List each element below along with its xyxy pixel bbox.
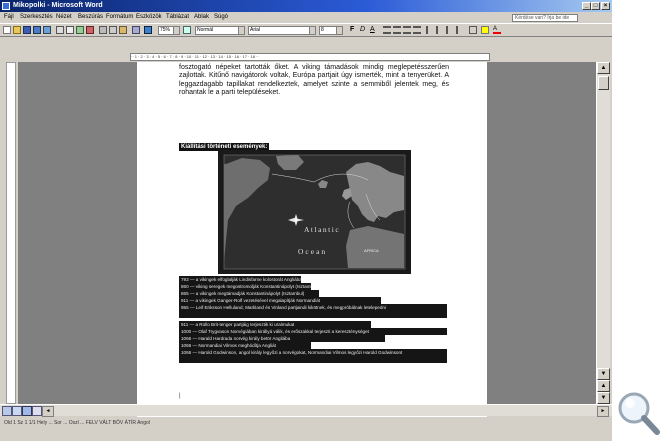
new-document-icon[interactable] [3,26,11,34]
justify-icon[interactable] [413,26,421,34]
menu-window[interactable]: Ablak [194,12,209,23]
print-preview-icon[interactable] [66,26,74,34]
text-cursor-marker: | [179,393,181,399]
increase-indent-icon[interactable] [456,26,464,34]
menu-table[interactable]: Táblázat [166,12,189,23]
list-item: 955 — Leif Eriksson Helluland, Markland … [179,304,447,318]
border-icon[interactable] [469,26,477,34]
window-title: Mikopolki - Microsoft Word [13,2,103,9]
paste-icon[interactable] [119,26,127,34]
scroll-left-button[interactable]: ◄ [42,406,54,417]
zoom-value: 75% [160,27,171,33]
map-label-atlantic: Atlantic [304,225,340,234]
atlantic-map-image[interactable]: Atlantic Ocean AFRICA [218,150,411,274]
status-bar: Old 1 Sz 1 1/1 Hely ... Sor ... Oszl ...… [0,418,612,441]
minimize-button[interactable]: _ [582,2,591,10]
permission-icon[interactable] [33,26,41,34]
menu-view[interactable]: Nézet [56,12,72,23]
list-item: 865 — a vikingek megtámadják Konstantiná… [179,290,319,297]
menu-tools[interactable]: Eszközök [136,12,162,23]
save-icon[interactable] [23,26,31,34]
list-item: 911 — a vikingek Ganger-Rolf vezetésével… [179,297,381,304]
scroll-down-button[interactable]: ▼ [597,368,610,380]
horizontal-scrollbar[interactable]: ◄ ► [0,404,612,417]
font-value: Arial [250,27,261,33]
style-value: Normál [197,27,214,33]
insert-hyperlink-icon[interactable] [144,26,152,34]
horizontal-ruler[interactable]: ·· 1 · 2 · 3 · 4 · 5 · 6 · 7 · 8 · 9 · 1… [130,53,490,61]
close-button[interactable]: × [601,2,610,10]
chevron-down-icon [309,27,315,34]
email-icon[interactable] [43,26,51,34]
bold-icon[interactable]: F [350,26,358,34]
bullets-icon[interactable] [436,26,444,34]
previous-page-button[interactable]: ▲ [597,380,610,392]
undo-icon[interactable] [132,26,140,34]
chevron-down-icon [238,27,244,34]
style-select[interactable]: Normál [195,26,245,35]
cut-icon[interactable] [99,26,107,34]
underline-icon[interactable]: A [370,26,378,34]
zoom-select[interactable]: 75% [158,26,180,35]
status-text: Old 1 Sz 1 1/1 Hely ... Sor ... Oszl ...… [4,420,150,426]
next-page-button[interactable]: ▼ [597,392,610,404]
menu-format[interactable]: Formátum [106,12,133,23]
align-center-icon[interactable] [393,26,401,34]
body-paragraph: fosztogató népeket tartották őket. A vik… [179,64,449,97]
list-item: 1000 — Olaf Trygvason Norvégiában királl… [179,328,447,335]
chevron-down-icon [336,27,342,34]
open-folder-icon[interactable] [13,26,21,34]
list-item: 1066 — Harold Godwinson, angol király le… [179,349,447,363]
scroll-right-button[interactable]: ► [597,406,609,417]
spelling-icon[interactable] [76,26,84,34]
copy-icon[interactable] [109,26,117,34]
standard-formatting-toolbar: 75% Normál Arial 8 F D A A [0,23,612,37]
font-size-select[interactable]: 8 [319,26,343,35]
map-label-ocean: Ocean [298,247,327,256]
help-question-input[interactable]: Kérdése van? Írja be ide [512,14,578,22]
list-item: 1066 — Harald Hardrada norvég király bet… [179,335,385,342]
chevron-down-icon [173,27,179,34]
menu-help[interactable]: Súgó [214,12,228,23]
highlight-icon[interactable] [481,26,489,34]
decrease-indent-icon[interactable] [446,26,454,34]
vertical-scrollbar[interactable]: ▲ ▼ ▲ ▼ [596,62,610,404]
vertical-ruler[interactable] [6,62,16,404]
font-color-icon[interactable]: A [493,26,501,34]
africa-land [346,226,404,268]
list-item: 911 — a Rollo Brit-tenger partjáig terje… [179,321,371,328]
magnifier-icon[interactable] [613,388,665,440]
word-app-icon [2,2,10,10]
help-icon[interactable] [183,26,191,34]
document-page[interactable]: fosztogató népeket tartották őket. A vik… [137,62,487,417]
font-select[interactable]: Arial [248,26,316,35]
scroll-thumb[interactable] [598,76,609,90]
list-item: 860 — viking seregek megostromolják Kons… [179,283,311,290]
outline-view-icon[interactable] [32,406,42,416]
normal-view-icon[interactable] [2,406,12,416]
font-size-value: 8 [321,27,324,33]
web-layout-view-icon[interactable] [12,406,22,416]
list-item: 793 — a vikingek elfoglalják Lindisfarne… [179,276,301,283]
italic-icon[interactable]: D [360,26,368,34]
title-bar: Mikopolki - Microsoft Word _ □ × [0,0,612,12]
numbering-icon[interactable] [426,26,434,34]
menu-edit[interactable]: Szerkesztés [20,12,53,23]
print-icon[interactable] [56,26,64,34]
scroll-up-button[interactable]: ▲ [597,62,610,74]
list-item: 1066 — Normandiai Vilmos meghódítja Angl… [179,342,311,349]
align-left-icon[interactable] [383,26,391,34]
menu-file[interactable]: Fájl [4,12,14,23]
maximize-button[interactable]: □ [591,2,600,10]
print-layout-view-icon[interactable] [22,406,32,416]
align-right-icon[interactable] [403,26,411,34]
menu-insert[interactable]: Beszúrás [78,12,103,23]
events-list: 793 — a vikingek elfoglalják Lindisfarne… [179,276,451,363]
map-label-africa: AFRICA [364,248,379,253]
research-icon[interactable] [86,26,94,34]
ruler-ticks: ·· 1 · 2 · 3 · 4 · 5 · 6 · 7 · 8 · 9 · 1… [131,54,259,59]
